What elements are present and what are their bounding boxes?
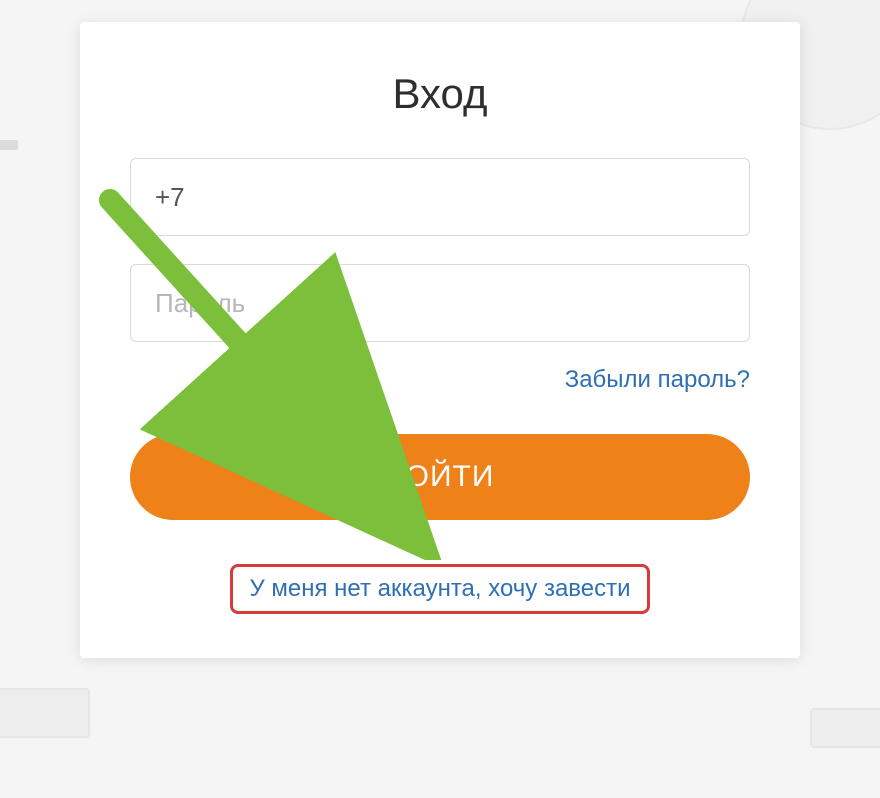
password-input[interactable] [130, 264, 750, 342]
signup-row: У меня нет аккаунта, хочу завести [130, 564, 750, 614]
forgot-password-link[interactable]: Забыли пароль? [565, 366, 750, 393]
login-card: Вход Забыли пароль? ВОЙТИ У меня нет акк… [80, 22, 800, 658]
page-title: Вход [130, 70, 750, 118]
signup-link[interactable]: У меня нет аккаунта, хочу завести [230, 564, 649, 614]
bg-notch-icon [0, 140, 18, 150]
forgot-row: Забыли пароль? [130, 366, 750, 394]
bg-rect-left-icon [0, 688, 90, 738]
phone-input[interactable] [130, 158, 750, 236]
login-button[interactable]: ВОЙТИ [130, 434, 750, 520]
bg-rect-right-icon [810, 708, 880, 748]
